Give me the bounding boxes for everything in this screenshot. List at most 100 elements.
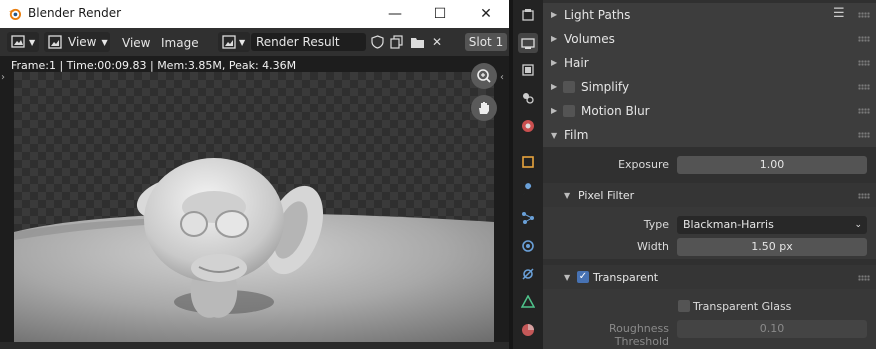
viewport-footer-strip [0,342,509,349]
wrench-icon [523,183,532,195]
tab-constraints[interactable] [518,264,538,284]
chevron-down-icon: ▼ [29,37,36,47]
panel-simplify[interactable]: ▶ Simplify [543,75,876,99]
drag-grip-icon[interactable] [858,193,870,199]
pan-hand-icon[interactable] [471,95,497,121]
panel-title: Volumes [564,32,615,46]
transparent-glass-checkbox[interactable] [678,300,690,312]
menu-view[interactable]: View [122,36,150,50]
chevron-down-icon: ⌄ [854,220,862,230]
particles-icon [522,212,534,224]
transparent-glass-label: Transparent Glass [693,300,792,313]
sidebar-expand-arrow-icon[interactable]: ‹ [500,72,504,83]
image-viewport[interactable]: Frame:1 | Time:00:09.83 | Mem:3.85M, Pea… [0,56,509,349]
render-image-drawing [14,158,494,342]
window-title: Blender Render [28,6,122,20]
drag-grip-icon[interactable] [858,84,870,90]
width-label: Width [637,240,669,253]
filter-width-field[interactable]: 1.50 px [677,238,867,256]
roughness-threshold-field[interactable]: 0.10 [677,320,867,338]
duplicate-icon[interactable] [389,34,405,50]
close-icon: ✕ [480,6,492,22]
tab-render[interactable] [518,33,538,53]
transparent-label: Transparent [593,271,659,284]
expand-arrow-icon: ▶ [551,34,558,43]
exposure-field[interactable]: 1.00 [677,156,867,174]
filter-type-value: Blackman-Harris [683,218,774,231]
minimize-icon: — [388,6,402,22]
drag-grip-icon[interactable] [858,12,870,18]
render-properties-panel: ▶ Light Paths ☰ ▶ Volumes ▶ Hair ▶ Simpl… [543,0,876,349]
tab-material[interactable] [518,320,538,340]
window-titlebar[interactable]: Blender Render — ☐ ✕ [0,0,509,28]
expand-arrow-icon: ▶ [551,58,558,67]
mesh-data-icon [521,295,535,308]
tab-object-data[interactable] [518,292,538,312]
render-window: Blender Render — ☐ ✕ ▼ View ▼ View Image [0,0,509,349]
drag-grip-icon[interactable] [858,275,870,281]
drag-grip-icon[interactable] [858,108,870,114]
view-mode-label: View [68,35,97,49]
material-icon [522,324,534,336]
filter-type-dropdown[interactable]: Blackman-Harris ⌄ [677,216,867,234]
drag-grip-icon[interactable] [858,60,870,66]
view-mode-dropdown[interactable]: View ▼ [44,32,110,52]
image-name-field[interactable]: Render Result [251,33,366,51]
image-editor-header: ▼ View ▼ View Image ▼ Render Result ✕ Sl… [0,28,509,56]
presets-list-icon[interactable]: ☰ [833,6,845,21]
constraints-icon [522,268,534,280]
tool-icon [522,9,534,21]
render-slot-dropdown[interactable]: Slot 1 [465,33,507,51]
expand-arrow-icon: ▶ [551,82,558,91]
panel-title: Simplify [581,80,630,94]
collapse-arrow-icon[interactable]: ▼ [564,191,570,200]
tab-physics[interactable] [518,236,538,256]
image-view-icon [48,35,62,49]
chevron-down-icon: ▼ [101,37,108,47]
object-icon [522,156,534,168]
simplify-checkbox[interactable] [563,81,575,93]
render-image [14,72,494,342]
panel-volumes[interactable]: ▶ Volumes [543,27,876,51]
close-window-button[interactable]: ✕ [463,0,509,28]
zoom-magnifier-icon[interactable] [471,63,497,89]
view-layer-icon [523,93,534,104]
output-printer-icon [522,64,534,76]
tab-tool[interactable] [518,5,538,25]
panel-title: Motion Blur [581,104,650,118]
open-folder-icon[interactable] [409,34,425,50]
browse-image-button[interactable]: ▼ [218,32,250,52]
scene-icon [522,120,534,132]
tab-scene[interactable] [518,116,538,136]
tab-output[interactable] [518,60,538,80]
drag-grip-icon[interactable] [858,36,870,42]
tab-object[interactable] [518,152,538,172]
collapse-arrow-icon[interactable]: ▼ [564,273,570,282]
toolbar-expand-arrow-icon[interactable]: › [1,72,5,83]
motion-blur-checkbox[interactable] [563,105,575,117]
expand-arrow-icon: ▶ [551,10,558,19]
tab-modifiers[interactable] [518,180,538,200]
tab-view-layer[interactable] [518,88,538,108]
panel-motion-blur[interactable]: ▶ Motion Blur [543,99,876,123]
menu-image[interactable]: Image [161,36,199,50]
panel-hair[interactable]: ▶ Hair [543,51,876,75]
maximize-icon: ☐ [433,6,447,22]
pixel-filter-title: Pixel Filter [578,189,635,202]
expand-arrow-icon: ▶ [551,106,558,115]
blender-logo-icon [8,8,21,20]
transparent-checkbox[interactable]: ✓ [577,271,589,283]
panel-film[interactable]: ▼ Film [543,123,876,147]
panel-light-paths[interactable]: ▶ Light Paths ☰ [543,3,876,27]
editor-type-button[interactable]: ▼ [7,32,39,52]
fake-user-shield-icon[interactable] [369,34,385,50]
properties-tab-column [513,0,543,349]
image-editor-icon [11,35,25,48]
panel-title: Hair [564,56,589,70]
drag-grip-icon[interactable] [858,132,870,138]
minimize-button[interactable]: — [372,0,418,28]
tab-particles[interactable] [518,208,538,228]
unlink-close-icon[interactable]: ✕ [429,34,445,50]
chevron-down-icon: ▼ [239,37,246,47]
maximize-button[interactable]: ☐ [417,0,463,28]
